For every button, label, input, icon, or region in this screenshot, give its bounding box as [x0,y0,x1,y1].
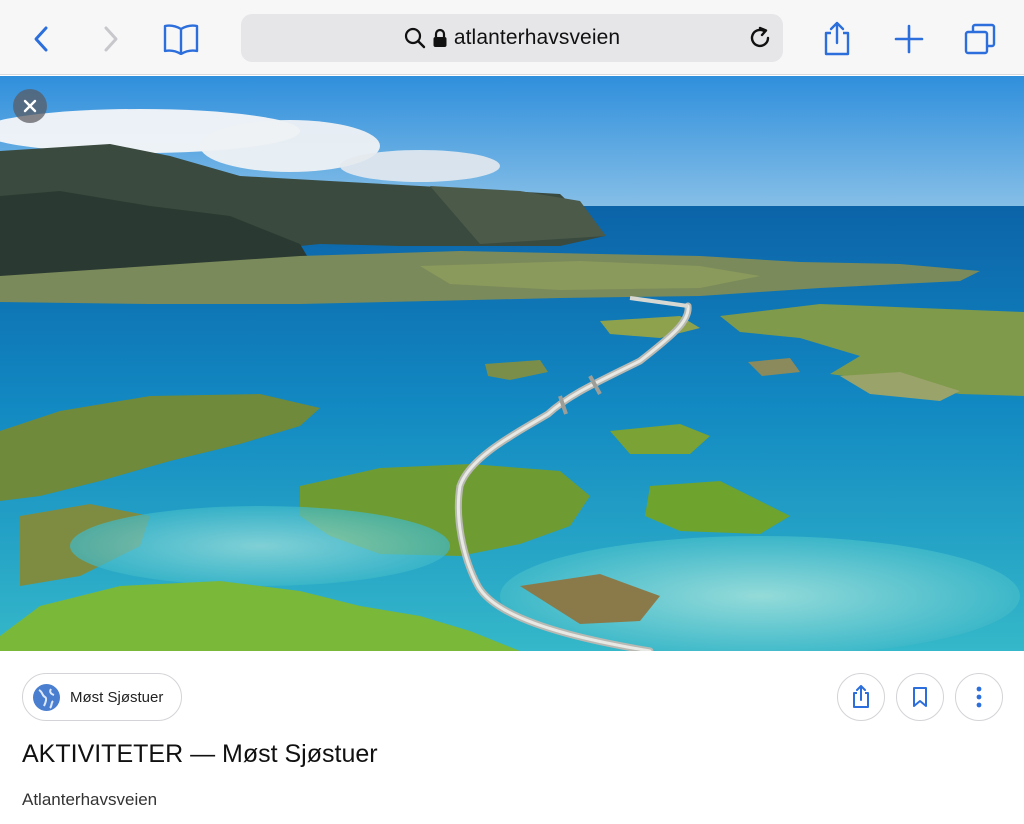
share-icon [824,21,850,56]
close-icon [23,99,37,113]
more-vertical-icon [976,686,982,708]
url-text: atlanterhavsveien [453,26,621,49]
browser-toolbar: atlanterhavsveien [0,8,1024,75]
result-image[interactable] [0,76,1024,651]
tabs-icon [964,23,996,55]
reload-icon[interactable] [747,25,773,51]
bookmarks-button[interactable] [158,8,204,70]
magnifier-icon [404,27,426,49]
lock-icon [433,28,447,47]
book-icon [163,24,199,55]
share-icon [853,685,869,708]
globe-icon [33,683,60,711]
chevron-right-icon [104,26,118,52]
status-bar [0,0,1024,8]
address-bar[interactable]: atlanterhavsveien [241,14,783,62]
result-subtitle: Atlanterhavsveien [22,790,158,809]
result-title[interactable]: AKTIVITETER — Møst Sjøstuer [22,740,378,769]
bookmark-icon [913,687,927,707]
more-options-button[interactable] [955,673,1003,721]
close-image-button[interactable] [13,89,47,123]
plus-icon [894,24,924,54]
bookmark-button[interactable] [896,673,944,721]
new-tab-button[interactable] [887,8,931,70]
tabs-button[interactable] [958,8,1002,70]
forward-button[interactable] [92,8,130,70]
chevron-left-icon [34,26,48,52]
source-label: Møst Sjøstuer [70,688,164,706]
share-button[interactable] [815,8,859,70]
landscape-photo [0,76,1024,651]
back-button[interactable] [22,8,60,70]
source-chip[interactable]: Møst Sjøstuer [22,673,182,721]
share-result-button[interactable] [837,673,885,721]
